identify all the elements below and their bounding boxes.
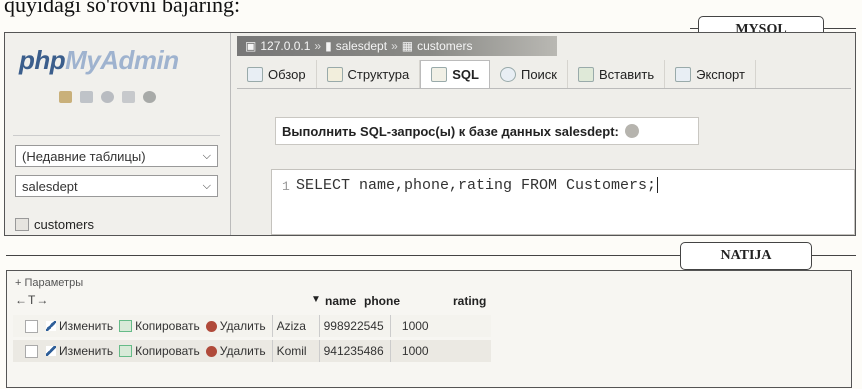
database-select-value: salesdept: [22, 178, 78, 194]
sidebar-toolbar: [59, 91, 156, 103]
line-number: 1: [282, 179, 290, 194]
sort-arrow-icon[interactable]: ▼: [311, 294, 321, 305]
tab-export[interactable]: Экспорт: [665, 60, 756, 88]
tab-search[interactable]: Поиск: [490, 60, 568, 88]
docs-icon[interactable]: [101, 91, 114, 103]
cell-rating[interactable]: 1000: [389, 340, 433, 362]
delete-icon: [205, 320, 217, 332]
copy-button[interactable]: Копировать: [119, 319, 200, 333]
cell-rating[interactable]: 1000: [389, 315, 433, 337]
tab-browse[interactable]: Обзор: [237, 60, 317, 88]
breadcrumb: ▣ 127.0.0.1 » ▮ salesdept » ▦ customers: [237, 36, 557, 56]
structure-icon: [326, 66, 343, 82]
table-row: Изменить Копировать Удалить Komil 941235…: [13, 340, 491, 362]
options-link[interactable]: + Параметры: [15, 277, 83, 289]
column-header-rating[interactable]: rating: [453, 294, 486, 308]
edit-button[interactable]: Изменить: [46, 319, 113, 333]
table-icon: [15, 218, 29, 231]
column-header-phone[interactable]: phone: [364, 294, 400, 308]
callout-natija: NATIJA: [680, 242, 812, 270]
search-icon: [499, 66, 516, 82]
copy-icon: [119, 345, 133, 357]
cell-name[interactable]: Komil: [271, 340, 319, 362]
chevron-down-icon: ⌵: [202, 149, 211, 162]
sql-query-header: Выполнить SQL-запрос(ы) к базе данных sa…: [275, 117, 699, 145]
tab-label: Обзор: [268, 66, 306, 82]
recent-tables-value: (Недавние таблицы): [22, 148, 146, 164]
tab-insert[interactable]: Вставить: [568, 60, 666, 88]
breadcrumb-table[interactable]: customers: [417, 39, 472, 53]
server-icon: ▣: [245, 39, 257, 53]
copy-button[interactable]: Копировать: [119, 344, 200, 358]
text-cursor: [657, 177, 659, 194]
database-select[interactable]: salesdept ⌵: [15, 175, 218, 197]
breadcrumb-server[interactable]: 127.0.0.1: [260, 39, 310, 53]
logo-myadmin-text: MyAdmin: [65, 45, 179, 75]
tab-label: Структура: [347, 66, 410, 82]
delete-icon: [205, 345, 217, 357]
pencil-icon: [46, 321, 56, 331]
help-icon[interactable]: [624, 124, 639, 138]
table-icon: ▦: [401, 39, 414, 53]
copy-icon: [119, 320, 133, 332]
sql-code: SELECT name,phone,rating FROM Customers;: [296, 177, 659, 194]
tab-label: SQL: [452, 67, 479, 82]
copy-label: Копировать: [135, 319, 200, 333]
edit-label: Изменить: [59, 344, 114, 358]
sql-code-text: SELECT name,phone,rating FROM Customers;: [296, 177, 657, 194]
tab-bar: Обзор Структура SQL Поиск Вставить Экспо…: [237, 60, 851, 88]
pencil-icon: [46, 346, 56, 356]
logo-php-text: php: [19, 45, 66, 75]
tab-structure[interactable]: Структура: [317, 60, 421, 88]
edit-label: Изменить: [59, 319, 114, 333]
row-checkbox[interactable]: [25, 344, 38, 358]
cell-name[interactable]: Aziza: [271, 315, 319, 337]
database-icon: ▮: [325, 39, 332, 53]
intro-text: quyidagi so'rovni bajaring:: [4, 0, 241, 17]
tree-item-customers[interactable]: customers: [15, 217, 94, 232]
tab-label: Поиск: [520, 66, 557, 82]
sql-icon: [431, 67, 448, 82]
cell-phone[interactable]: 941235486: [318, 340, 390, 362]
settings-icon[interactable]: [122, 91, 135, 103]
delete-button[interactable]: Удалить: [205, 319, 266, 333]
sql-editor[interactable]: 1 SELECT name,phone,rating FROM Customer…: [271, 169, 855, 235]
phpmyadmin-logo[interactable]: phpMyAdmin: [19, 45, 179, 76]
breadcrumb-separator: »: [391, 39, 398, 53]
phpmyadmin-window: phpMyAdmin (Недавние таблицы) ⌵ salesdep…: [4, 32, 856, 236]
breadcrumb-database[interactable]: salesdept: [336, 39, 387, 53]
tree-item-label: customers: [34, 217, 94, 232]
breadcrumb-separator: »: [314, 39, 322, 53]
browse-icon: [247, 66, 263, 82]
result-panel: + Параметры ←T→ ▼ name phone rating Изме…: [6, 270, 852, 388]
logout-icon[interactable]: [80, 91, 93, 103]
insert-icon: [578, 66, 594, 82]
tab-label: Вставить: [599, 66, 655, 82]
reload-icon[interactable]: [143, 91, 156, 103]
chevron-down-icon: ⌵: [202, 179, 211, 192]
result-table-header: ▼ name phone rating: [7, 294, 497, 310]
edit-button[interactable]: Изменить: [46, 344, 113, 358]
column-header-name[interactable]: name: [325, 294, 356, 308]
copy-label: Копировать: [135, 344, 200, 358]
sidebar-divider: [13, 135, 220, 136]
delete-label: Удалить: [219, 344, 266, 358]
sql-query-header-text: Выполнить SQL-запрос(ы) к базе данных sa…: [282, 123, 619, 139]
tab-divider: [237, 88, 851, 89]
delete-button[interactable]: Удалить: [205, 344, 266, 358]
export-icon: [675, 66, 692, 82]
main-panel: ▣ 127.0.0.1 » ▮ salesdept » ▦ customers …: [231, 33, 855, 235]
table-row: Изменить Копировать Удалить Aziza 998922…: [13, 315, 491, 337]
tab-sql[interactable]: SQL: [420, 60, 490, 88]
home-icon[interactable]: [59, 91, 72, 103]
row-checkbox[interactable]: [25, 319, 38, 333]
navigation-sidebar: phpMyAdmin (Недавние таблицы) ⌵ salesdep…: [5, 33, 231, 235]
recent-tables-select[interactable]: (Недавние таблицы) ⌵: [15, 145, 218, 167]
cell-phone[interactable]: 998922545: [318, 315, 390, 337]
tab-label: Экспорт: [696, 66, 745, 82]
delete-label: Удалить: [219, 319, 266, 333]
